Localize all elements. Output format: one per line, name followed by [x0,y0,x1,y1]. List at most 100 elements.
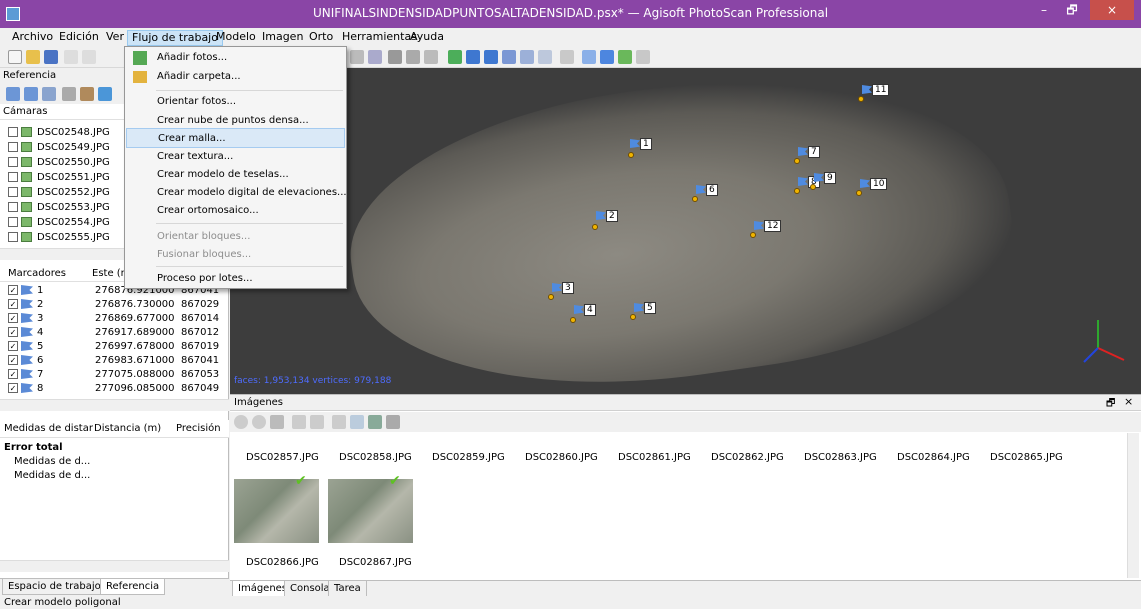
menu-item-orthomosaic[interactable]: Crear ortomosaico... [126,201,345,221]
menu-item-add-photos[interactable]: Añadir fotos... [126,48,345,68]
checkbox[interactable] [8,127,18,137]
checkbox[interactable]: ✓ [8,341,18,351]
marker-row[interactable]: ✓ 2 276876.730000 867029 [8,298,219,312]
checkbox[interactable]: ✓ [8,383,18,393]
minimize-button[interactable]: – [1030,0,1058,20]
menu-item-align-photos[interactable]: Orientar fotos... [126,92,345,112]
checkbox[interactable]: ✓ [8,313,18,323]
col-precision[interactable]: Precisión [176,423,221,434]
image-name[interactable]: DSC02857.JPG [246,452,319,463]
new-icon[interactable] [8,50,22,64]
table-icon[interactable] [62,87,76,101]
checkbox[interactable] [8,202,18,212]
menu-item-add-folder[interactable]: Añadir carpeta... [126,67,345,87]
filter-icon[interactable] [310,415,324,429]
dense-icon[interactable] [424,50,438,64]
horizontal-scrollbar[interactable] [0,399,229,411]
checkbox[interactable] [8,187,18,197]
maximize-button[interactable]: 🗗 [1058,0,1086,20]
checkbox[interactable] [8,157,18,167]
image-thumbnail[interactable]: ✔ [234,473,319,543]
marker-row[interactable]: ✓ 7 277075.088000 867053 [8,368,219,382]
image-name[interactable]: DSC02859.JPG [432,452,505,463]
col-medidas[interactable]: Medidas de distar [4,423,93,434]
thumbnail-icon[interactable] [350,415,364,429]
menu-ver[interactable]: Ver [102,30,128,46]
marker-10[interactable]: 10 [856,178,888,196]
camera-row[interactable]: DSC02551.JPG [8,171,110,185]
undo-icon[interactable] [64,50,78,64]
image-name[interactable]: DSC02865.JPG [990,452,1063,463]
marker-11[interactable]: 11 [858,84,890,102]
menu-flujo-de-trabajo[interactable]: Flujo de trabajo [127,30,223,46]
shapes-icon[interactable] [582,50,596,64]
convert-icon[interactable] [42,87,56,101]
wireframe-icon[interactable] [484,50,498,64]
marker-6[interactable]: 6 [692,184,718,202]
camera-icon[interactable] [560,50,574,64]
model-viewport[interactable]: 1 2 3 4 5 6 7 8 9 10 11 12 faces: 1,953,… [230,68,1141,394]
undock-icon[interactable]: 🗗 [1106,396,1115,413]
image-name[interactable]: DSC02860.JPG [525,452,598,463]
close-panel-icon[interactable]: × [1124,395,1133,408]
camera-row[interactable]: DSC02555.JPG [8,231,110,245]
camera-row[interactable]: DSC02550.JPG [8,156,110,170]
grid-icon[interactable] [388,50,402,64]
menu-item-dem[interactable]: Crear modelo digital de elevaciones... [126,183,347,203]
view-mode-icon[interactable] [386,415,400,429]
marker-12[interactable]: 12 [750,220,782,238]
menu-item-build-texture[interactable]: Crear textura... [126,147,345,167]
disable-icon[interactable] [252,415,266,429]
camera-row[interactable]: DSC02552.JPG [8,186,110,200]
textured-icon[interactable] [502,50,516,64]
cameras-icon[interactable] [332,415,346,429]
checkbox[interactable]: ✓ [8,355,18,365]
zoom-icon[interactable] [350,50,364,64]
marker-row[interactable]: ✓ 4 276917.689000 867012 [8,326,219,340]
col-marcadores[interactable]: Marcadores [8,268,66,279]
marker-3[interactable]: 3 [548,282,574,300]
vertical-scrollbar[interactable] [1127,433,1139,578]
image-name[interactable]: DSC02864.JPG [897,452,970,463]
marker-row[interactable]: ✓ 8 277096.085000 867049 [8,382,219,396]
col-distancia[interactable]: Distancia (m) [94,423,161,434]
settings-icon[interactable] [80,87,94,101]
marker-7[interactable]: 7 [794,146,820,164]
total-error[interactable]: Error total [4,441,63,455]
checkbox[interactable] [8,217,18,227]
tab-workspace[interactable]: Espacio de trabajo [2,579,107,595]
marker-2[interactable]: 2 [592,210,618,230]
tiled-icon[interactable] [520,50,534,64]
solid-icon[interactable] [466,50,480,64]
select-icon[interactable] [292,415,306,429]
menu-modelo[interactable]: Modelo [212,30,260,46]
image-name[interactable]: DSC02867.JPG [339,557,412,568]
image-name[interactable]: DSC02861.JPG [618,452,691,463]
horizontal-scrollbar[interactable] [0,560,229,572]
close-button[interactable]: × [1090,0,1134,20]
checkbox[interactable] [8,172,18,182]
menu-orto[interactable]: Orto [305,30,337,46]
marker-5[interactable]: 5 [630,302,656,320]
image-name[interactable]: DSC02863.JPG [804,452,877,463]
tab-reference[interactable]: Referencia [100,579,166,595]
marker-1[interactable]: 1 [628,138,652,158]
export-icon[interactable] [24,87,38,101]
image-name[interactable]: DSC02866.JPG [246,557,319,568]
images-icon[interactable] [618,50,632,64]
images-icon[interactable] [368,415,382,429]
image-name[interactable]: DSC02858.JPG [339,452,412,463]
marker-row[interactable]: ✓ 5 276997.678000 867019 [8,340,219,354]
menu-ayuda[interactable]: Ayuda [406,30,448,46]
region-icon[interactable] [636,50,650,64]
measure-row[interactable]: Medidas de d... [14,455,90,469]
enable-icon[interactable] [234,415,248,429]
camera-row[interactable]: DSC02549.JPG [8,141,110,155]
menu-archivo[interactable]: Archivo [8,30,57,46]
camera-row[interactable]: DSC02554.JPG [8,216,110,230]
tab-task[interactable]: Tarea [328,581,367,597]
import-icon[interactable] [6,87,20,101]
dem-icon[interactable] [538,50,552,64]
redo-icon[interactable] [82,50,96,64]
shaded-icon[interactable] [448,50,462,64]
